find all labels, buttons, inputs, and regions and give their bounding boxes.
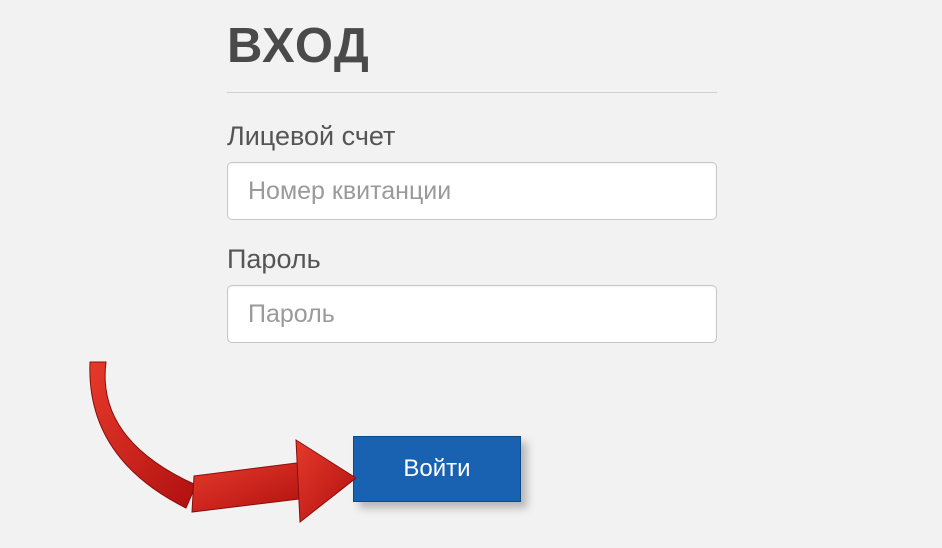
- password-input[interactable]: [227, 285, 717, 343]
- password-field-group: Пароль: [227, 244, 717, 343]
- page-title: ВХОД: [227, 18, 717, 93]
- account-input[interactable]: [227, 162, 717, 220]
- account-field-group: Лицевой счет: [227, 121, 717, 220]
- login-button[interactable]: Войти: [353, 436, 521, 502]
- login-form: ВХОД Лицевой счет Пароль: [227, 18, 717, 367]
- account-label: Лицевой счет: [227, 121, 717, 152]
- arrow-annotation-icon: [86, 350, 366, 540]
- password-label: Пароль: [227, 244, 717, 275]
